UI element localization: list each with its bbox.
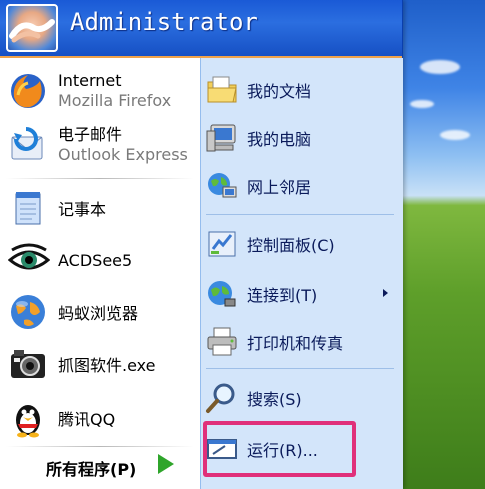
right-search-label: 搜索(S) bbox=[247, 390, 302, 409]
printers-faxes-icon bbox=[207, 327, 237, 356]
notepad-icon bbox=[15, 192, 41, 225]
right-printers-faxes-label: 打印机和传真 bbox=[247, 334, 344, 353]
right-separator-1 bbox=[206, 214, 394, 215]
handshake-icon bbox=[9, 19, 55, 43]
right-network-places-label: 网上邻居 bbox=[247, 178, 312, 197]
connect-to-submenu-arrow-icon bbox=[383, 289, 388, 297]
search-icon bbox=[206, 383, 235, 413]
run-highlight-box bbox=[203, 421, 356, 477]
pinned-email-title: 电子邮件 bbox=[58, 125, 123, 144]
recent-notepad-label: 记事本 bbox=[58, 200, 107, 219]
pinned-item-email[interactable]: 电子邮件 Outlook Express bbox=[8, 122, 200, 168]
connect-to-icon bbox=[208, 281, 236, 307]
start-menu-header: Administrator bbox=[0, 0, 402, 58]
recent-item-qq[interactable]: 腾讯QQ bbox=[8, 396, 196, 440]
right-separator-2 bbox=[206, 368, 394, 369]
recent-screenshot-tool-label: 抓图软件.exe bbox=[58, 356, 156, 375]
cloud-decoration bbox=[410, 100, 434, 108]
user-avatar[interactable] bbox=[6, 4, 58, 52]
recent-item-acdsee[interactable]: ACDSee5 bbox=[8, 238, 196, 282]
outlook-express-icon bbox=[11, 127, 43, 160]
firefox-icon bbox=[11, 74, 45, 108]
right-item-my-computer[interactable]: 我的电脑 bbox=[205, 120, 311, 156]
globe-browser-icon bbox=[11, 295, 45, 329]
right-item-control-panel[interactable]: 控制面板(C) bbox=[205, 226, 335, 262]
right-item-printers-faxes[interactable]: 打印机和传真 bbox=[205, 324, 343, 360]
my-computer-icon bbox=[206, 124, 236, 152]
qq-penguin-icon bbox=[16, 405, 40, 438]
start-menu: Administrator Internet Mozilla Firefox 电… bbox=[0, 0, 403, 489]
pinned-internet-subtitle: Mozilla Firefox bbox=[58, 91, 172, 110]
user-name: Administrator bbox=[70, 8, 258, 36]
all-programs-separator bbox=[6, 446, 194, 447]
acdsee-eye-icon bbox=[8, 243, 50, 270]
right-connect-to-label: 连接到(T) bbox=[247, 286, 318, 305]
all-programs-arrow-icon[interactable] bbox=[158, 454, 174, 474]
recent-item-notepad[interactable]: 记事本 bbox=[8, 186, 196, 230]
cloud-decoration bbox=[440, 130, 470, 140]
camera-icon bbox=[11, 350, 45, 378]
recent-item-screenshot-tool[interactable]: 抓图软件.exe bbox=[8, 342, 196, 386]
pinned-internet-title: Internet bbox=[58, 71, 122, 90]
recent-item-ant-browser[interactable]: 蚂蚁浏览器 bbox=[8, 290, 196, 334]
right-item-search[interactable]: 搜索(S) bbox=[205, 380, 302, 416]
right-item-my-documents[interactable]: 我的文档 bbox=[205, 72, 311, 108]
recent-acdsee-label: ACDSee5 bbox=[58, 250, 133, 270]
pinned-separator bbox=[6, 178, 194, 179]
right-item-network-places[interactable]: 网上邻居 bbox=[205, 168, 311, 204]
my-documents-icon bbox=[207, 76, 237, 103]
pinned-email-subtitle: Outlook Express bbox=[58, 145, 188, 164]
recent-qq-label: 腾讯QQ bbox=[58, 410, 116, 429]
right-my-documents-label: 我的文档 bbox=[247, 82, 312, 101]
pinned-item-internet[interactable]: Internet Mozilla Firefox bbox=[8, 68, 196, 114]
right-my-computer-label: 我的电脑 bbox=[247, 130, 312, 149]
control-panel-icon bbox=[208, 231, 236, 257]
recent-ant-browser-label: 蚂蚁浏览器 bbox=[58, 304, 139, 323]
right-control-panel-label: 控制面板(C) bbox=[247, 236, 335, 255]
cloud-decoration bbox=[420, 60, 460, 74]
right-item-connect-to[interactable]: 连接到(T) bbox=[205, 276, 317, 312]
all-programs-label[interactable]: 所有程序(P) bbox=[46, 456, 136, 480]
network-places-icon bbox=[208, 173, 237, 198]
